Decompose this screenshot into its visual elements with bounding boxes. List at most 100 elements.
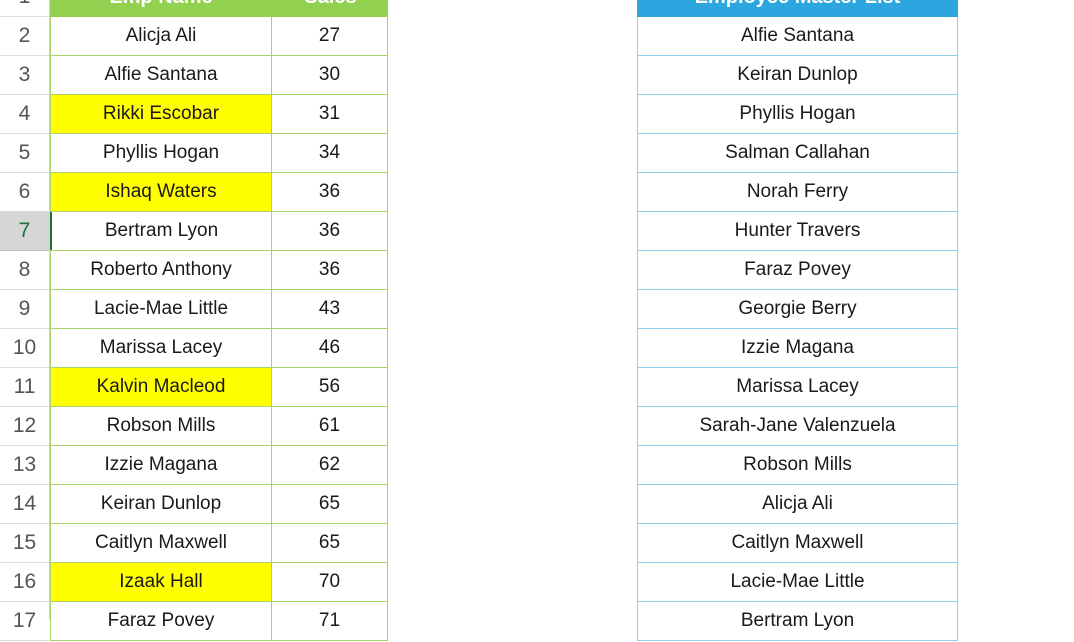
sales-cell-value[interactable]: 70 <box>272 563 388 601</box>
table-row[interactable]: Rikki Escobar 31 <box>50 95 388 134</box>
master-cell-name[interactable]: Lacie-Mae Little <box>637 563 958 601</box>
table-row[interactable]: Georgie Berry <box>637 290 958 329</box>
row-header-2[interactable]: 2 <box>0 17 49 56</box>
sales-cell-value[interactable]: 30 <box>272 56 388 94</box>
table-row[interactable]: Alfie Santana 30 <box>50 56 388 95</box>
table-row[interactable]: Phyllis Hogan 34 <box>50 134 388 173</box>
table-row[interactable]: Alicja Ali 27 <box>50 17 388 56</box>
table-row[interactable]: Hunter Travers <box>637 212 958 251</box>
sales-cell-name[interactable]: Alicja Ali <box>50 17 272 55</box>
table-row[interactable]: Izzie Magana 62 <box>50 446 388 485</box>
sales-cell-name[interactable]: Marissa Lacey <box>50 329 272 367</box>
table-row[interactable]: Keiran Dunlop <box>637 56 958 95</box>
row-header-4[interactable]: 4 <box>0 95 49 134</box>
table-row[interactable]: Roberto Anthony 36 <box>50 251 388 290</box>
sales-cell-value[interactable]: 46 <box>272 329 388 367</box>
row-header-1[interactable]: 1 <box>0 0 49 17</box>
sales-cell-value[interactable]: 43 <box>272 290 388 328</box>
sales-cell-name[interactable]: Keiran Dunlop <box>50 485 272 523</box>
row-header-9[interactable]: 9 <box>0 290 49 329</box>
master-cell-name[interactable]: Caitlyn Maxwell <box>637 524 958 562</box>
sales-cell-name[interactable]: Lacie-Mae Little <box>50 290 272 328</box>
table-row[interactable]: Sarah-Jane Valenzuela <box>637 407 958 446</box>
table-row[interactable]: Bertram Lyon 36 <box>50 212 388 251</box>
sales-cell-value[interactable]: 31 <box>272 95 388 133</box>
table-row[interactable]: Lacie-Mae Little <box>637 563 958 602</box>
master-cell-name[interactable]: Alicja Ali <box>637 485 958 523</box>
table-row[interactable]: Caitlyn Maxwell <box>637 524 958 563</box>
row-header-14[interactable]: 14 <box>0 485 49 524</box>
row-header-8[interactable]: 8 <box>0 251 49 290</box>
table-row[interactable]: Norah Ferry <box>637 173 958 212</box>
master-cell-name[interactable]: Alfie Santana <box>637 17 958 55</box>
sales-cell-name[interactable]: Robson Mills <box>50 407 272 445</box>
row-header-11[interactable]: 11 <box>0 368 49 407</box>
master-cell-name[interactable]: Robson Mills <box>637 446 958 484</box>
table-row[interactable]: Robson Mills 61 <box>50 407 388 446</box>
sales-cell-name[interactable]: Ishaq Waters <box>50 173 272 211</box>
master-cell-name[interactable]: Izzie Magana <box>637 329 958 367</box>
sales-cell-value[interactable]: 36 <box>272 173 388 211</box>
row-header-7[interactable]: 7 <box>0 212 49 251</box>
table-row[interactable]: Faraz Povey <box>637 251 958 290</box>
sales-cell-value[interactable]: 34 <box>272 134 388 172</box>
master-list-header: Employee Master List <box>637 0 958 17</box>
sales-cell-name[interactable]: Caitlyn Maxwell <box>50 524 272 562</box>
sales-cell-value[interactable]: 65 <box>272 524 388 562</box>
sales-cell-name[interactable]: Rikki Escobar <box>50 95 272 133</box>
table-row[interactable]: Keiran Dunlop 65 <box>50 485 388 524</box>
sales-cell-name[interactable]: Bertram Lyon <box>50 212 272 250</box>
master-cell-name[interactable]: Norah Ferry <box>637 173 958 211</box>
sales-cell-value[interactable]: 61 <box>272 407 388 445</box>
row-header-5[interactable]: 5 <box>0 134 49 173</box>
table-row[interactable]: Ishaq Waters 36 <box>50 173 388 212</box>
row-header-12[interactable]: 12 <box>0 407 49 446</box>
table-row[interactable]: Izzie Magana <box>637 329 958 368</box>
sales-cell-name[interactable]: Roberto Anthony <box>50 251 272 289</box>
row-header-13[interactable]: 13 <box>0 446 49 485</box>
row-header-6[interactable]: 6 <box>0 173 49 212</box>
table-row[interactable]: Lacie-Mae Little 43 <box>50 290 388 329</box>
master-list-table: Employee Master List Alfie SantanaKeiran… <box>637 0 958 641</box>
sales-cell-value[interactable]: 71 <box>272 602 388 640</box>
sales-cell-value[interactable]: 36 <box>272 212 388 250</box>
sales-cell-name[interactable]: Alfie Santana <box>50 56 272 94</box>
table-row[interactable]: Izaak Hall 70 <box>50 563 388 602</box>
row-header-3[interactable]: 3 <box>0 56 49 95</box>
table-row[interactable]: Robson Mills <box>637 446 958 485</box>
sales-cell-value[interactable]: 56 <box>272 368 388 406</box>
row-header-10[interactable]: 10 <box>0 329 49 368</box>
sales-cell-name[interactable]: Izzie Magana <box>50 446 272 484</box>
table-row[interactable]: Kalvin Macleod 56 <box>50 368 388 407</box>
master-cell-name[interactable]: Hunter Travers <box>637 212 958 250</box>
row-header-15[interactable]: 15 <box>0 524 49 563</box>
master-cell-name[interactable]: Faraz Povey <box>637 251 958 289</box>
sales-cell-value[interactable]: 36 <box>272 251 388 289</box>
table-row[interactable]: Caitlyn Maxwell 65 <box>50 524 388 563</box>
table-row[interactable]: Marissa Lacey <box>637 368 958 407</box>
table-row[interactable]: Marissa Lacey 46 <box>50 329 388 368</box>
sales-table-header-row: Emp Name Sales <box>50 0 388 17</box>
table-row[interactable]: Phyllis Hogan <box>637 95 958 134</box>
master-cell-name[interactable]: Marissa Lacey <box>637 368 958 406</box>
master-cell-name[interactable]: Phyllis Hogan <box>637 95 958 133</box>
master-cell-name[interactable]: Georgie Berry <box>637 290 958 328</box>
table-row[interactable]: Bertram Lyon <box>637 602 958 641</box>
master-cell-name[interactable]: Bertram Lyon <box>637 602 958 640</box>
sales-cell-name[interactable]: Faraz Povey <box>50 602 272 640</box>
table-row[interactable]: Alfie Santana <box>637 17 958 56</box>
master-cell-name[interactable]: Keiran Dunlop <box>637 56 958 94</box>
sales-cell-value[interactable]: 62 <box>272 446 388 484</box>
master-cell-name[interactable]: Sarah-Jane Valenzuela <box>637 407 958 445</box>
sales-cell-value[interactable]: 65 <box>272 485 388 523</box>
master-cell-name[interactable]: Salman Callahan <box>637 134 958 172</box>
table-row[interactable]: Alicja Ali <box>637 485 958 524</box>
sales-cell-value[interactable]: 27 <box>272 17 388 55</box>
table-row[interactable]: Salman Callahan <box>637 134 958 173</box>
sales-cell-name[interactable]: Phyllis Hogan <box>50 134 272 172</box>
row-header-16[interactable]: 16 <box>0 563 49 602</box>
sales-cell-name[interactable]: Izaak Hall <box>50 563 272 601</box>
sales-cell-name[interactable]: Kalvin Macleod <box>50 368 272 406</box>
row-header-17[interactable]: 17 <box>0 602 49 641</box>
table-row[interactable]: Faraz Povey 71 <box>50 602 388 641</box>
